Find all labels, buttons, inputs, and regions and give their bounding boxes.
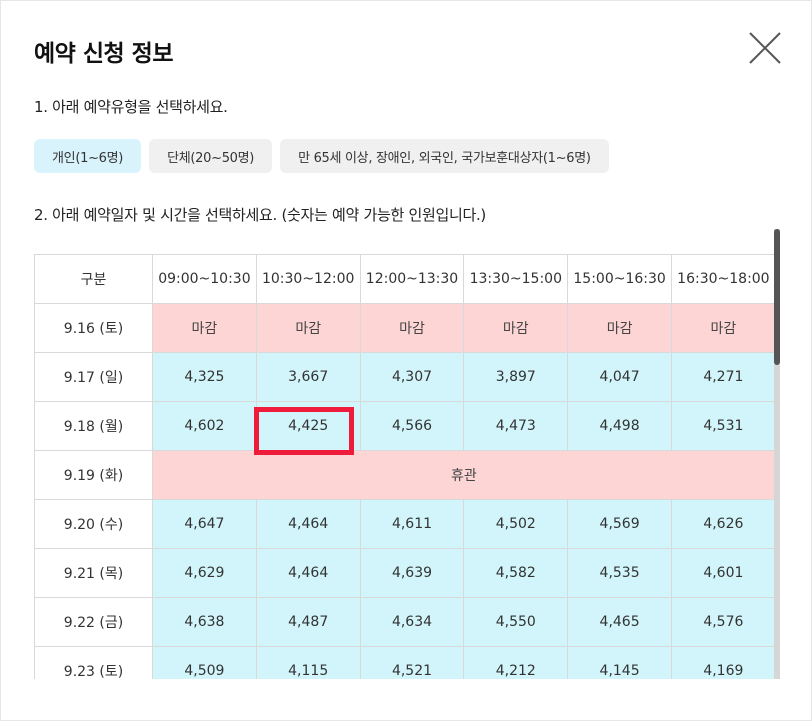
slot-cell[interactable]: 4,566 bbox=[359, 401, 465, 451]
slot-cell[interactable]: 4,307 bbox=[359, 352, 465, 402]
slot-cell-closed: 마감 bbox=[359, 303, 465, 353]
slot-cell[interactable]: 4,634 bbox=[359, 597, 465, 647]
slot-cell[interactable]: 4,473 bbox=[463, 401, 569, 451]
step1-label: 1. 아래 예약유형을 선택하세요. bbox=[34, 98, 228, 116]
close-icon[interactable] bbox=[748, 31, 782, 65]
schedule-table: 구분 09:00~10:30 10:30~12:00 12:00~13:30 1… bbox=[34, 254, 775, 679]
slot-cell-closed: 마감 bbox=[255, 303, 361, 353]
slot-cell[interactable]: 4,647 bbox=[152, 499, 257, 549]
slot-cell[interactable]: 4,509 bbox=[152, 646, 257, 679]
slot-cell-closed: 마감 bbox=[463, 303, 569, 353]
table-row: 9.23 (토) 4,509 4,115 4,521 4,212 4,145 4… bbox=[34, 646, 775, 679]
slot-cell-closed: 마감 bbox=[567, 303, 672, 353]
slot-cell[interactable]: 4,569 bbox=[567, 499, 672, 549]
table-row: 9.17 (일) 4,325 3,667 4,307 3,897 4,047 4… bbox=[34, 352, 775, 402]
slot-cell[interactable]: 4,502 bbox=[463, 499, 569, 549]
slot-cell[interactable]: 4,601 bbox=[670, 548, 775, 598]
slot-cell[interactable]: 4,531 bbox=[670, 401, 775, 451]
slot-cell[interactable]: 4,047 bbox=[567, 352, 672, 402]
slot-cell[interactable]: 4,325 bbox=[152, 352, 257, 402]
dialog-title: 예약 신청 정보 bbox=[34, 41, 173, 67]
header-slot: 13:30~15:00 bbox=[463, 254, 569, 304]
row-date: 9.20 (수) bbox=[34, 499, 153, 549]
slot-cell[interactable]: 3,897 bbox=[463, 352, 569, 402]
header-category: 구분 bbox=[34, 254, 153, 304]
table-header-row: 구분 09:00~10:30 10:30~12:00 12:00~13:30 1… bbox=[34, 254, 775, 304]
table-row: 9.18 (월) 4,602 4,425 4,566 4,473 4,498 4… bbox=[34, 401, 775, 451]
type-special-button[interactable]: 만 65세 이상, 장애인, 외국인, 국가보훈대상자(1~6명) bbox=[280, 139, 609, 173]
row-date: 9.23 (토) bbox=[34, 646, 153, 679]
slot-cell[interactable]: 4,465 bbox=[567, 597, 672, 647]
slot-cell[interactable]: 4,582 bbox=[463, 548, 569, 598]
row-date: 9.19 (화) bbox=[34, 450, 153, 500]
slot-cell[interactable]: 4,629 bbox=[152, 548, 257, 598]
slot-cell[interactable]: 4,498 bbox=[567, 401, 672, 451]
row-date: 9.21 (목) bbox=[34, 548, 153, 598]
step2-label: 2. 아래 예약일자 및 시간을 선택하세요. (숫자는 예약 가능한 인원입니… bbox=[34, 206, 486, 224]
slot-cell[interactable]: 4,602 bbox=[152, 401, 257, 451]
slot-cell-closed: 마감 bbox=[670, 303, 775, 353]
scrollbar-thumb[interactable] bbox=[774, 229, 780, 365]
slot-cell[interactable]: 4,271 bbox=[670, 352, 775, 402]
reservation-type-group: 개인(1~6명) 단체(20~50명) 만 65세 이상, 장애인, 외국인, … bbox=[34, 139, 609, 173]
slot-cell-highlighted[interactable]: 4,425 bbox=[255, 401, 361, 451]
slot-cell[interactable]: 4,464 bbox=[255, 548, 361, 598]
reservation-dialog: 예약 신청 정보 1. 아래 예약유형을 선택하세요. 개인(1~6명) 단체(… bbox=[0, 0, 812, 721]
table-row: 9.20 (수) 4,647 4,464 4,611 4,502 4,569 4… bbox=[34, 499, 775, 549]
header-slot: 12:00~13:30 bbox=[359, 254, 465, 304]
slot-cell[interactable]: 4,115 bbox=[255, 646, 361, 679]
slot-cell[interactable]: 4,464 bbox=[255, 499, 361, 549]
slot-cell-closed: 마감 bbox=[152, 303, 257, 353]
slot-cell[interactable]: 4,169 bbox=[670, 646, 775, 679]
table-row: 9.22 (금) 4,638 4,487 4,634 4,550 4,465 4… bbox=[34, 597, 775, 647]
table-row: 9.21 (목) 4,629 4,464 4,639 4,582 4,535 4… bbox=[34, 548, 775, 598]
slot-cell[interactable]: 4,521 bbox=[359, 646, 465, 679]
slot-cell[interactable]: 4,576 bbox=[670, 597, 775, 647]
slot-cell[interactable]: 3,667 bbox=[255, 352, 361, 402]
slot-cell[interactable]: 4,611 bbox=[359, 499, 465, 549]
header-slot: 15:00~16:30 bbox=[567, 254, 672, 304]
row-date: 9.17 (일) bbox=[34, 352, 153, 402]
header-slot: 09:00~10:30 bbox=[152, 254, 257, 304]
slot-cell[interactable]: 4,638 bbox=[152, 597, 257, 647]
slot-cell[interactable]: 4,535 bbox=[567, 548, 672, 598]
slot-cell[interactable]: 4,212 bbox=[463, 646, 569, 679]
table-row: 9.19 (화) 휴관 bbox=[34, 450, 775, 500]
schedule-table-container: 구분 09:00~10:30 10:30~12:00 12:00~13:30 1… bbox=[34, 254, 775, 679]
type-group-button[interactable]: 단체(20~50명) bbox=[149, 139, 273, 173]
slot-cell[interactable]: 4,550 bbox=[463, 597, 569, 647]
slot-cell[interactable]: 4,145 bbox=[567, 646, 672, 679]
row-date: 9.18 (월) bbox=[34, 401, 153, 451]
slot-cell[interactable]: 4,626 bbox=[670, 499, 775, 549]
type-individual-button[interactable]: 개인(1~6명) bbox=[34, 139, 142, 173]
row-date: 9.22 (금) bbox=[34, 597, 153, 647]
table-row: 9.16 (토) 마감 마감 마감 마감 마감 마감 bbox=[34, 303, 775, 353]
row-date: 9.16 (토) bbox=[34, 303, 153, 353]
slot-cell[interactable]: 4,487 bbox=[255, 597, 361, 647]
slot-cell[interactable]: 4,639 bbox=[359, 548, 465, 598]
holiday-cell: 휴관 bbox=[152, 450, 775, 500]
header-slot: 16:30~18:00 bbox=[670, 254, 775, 304]
header-slot: 10:30~12:00 bbox=[255, 254, 361, 304]
